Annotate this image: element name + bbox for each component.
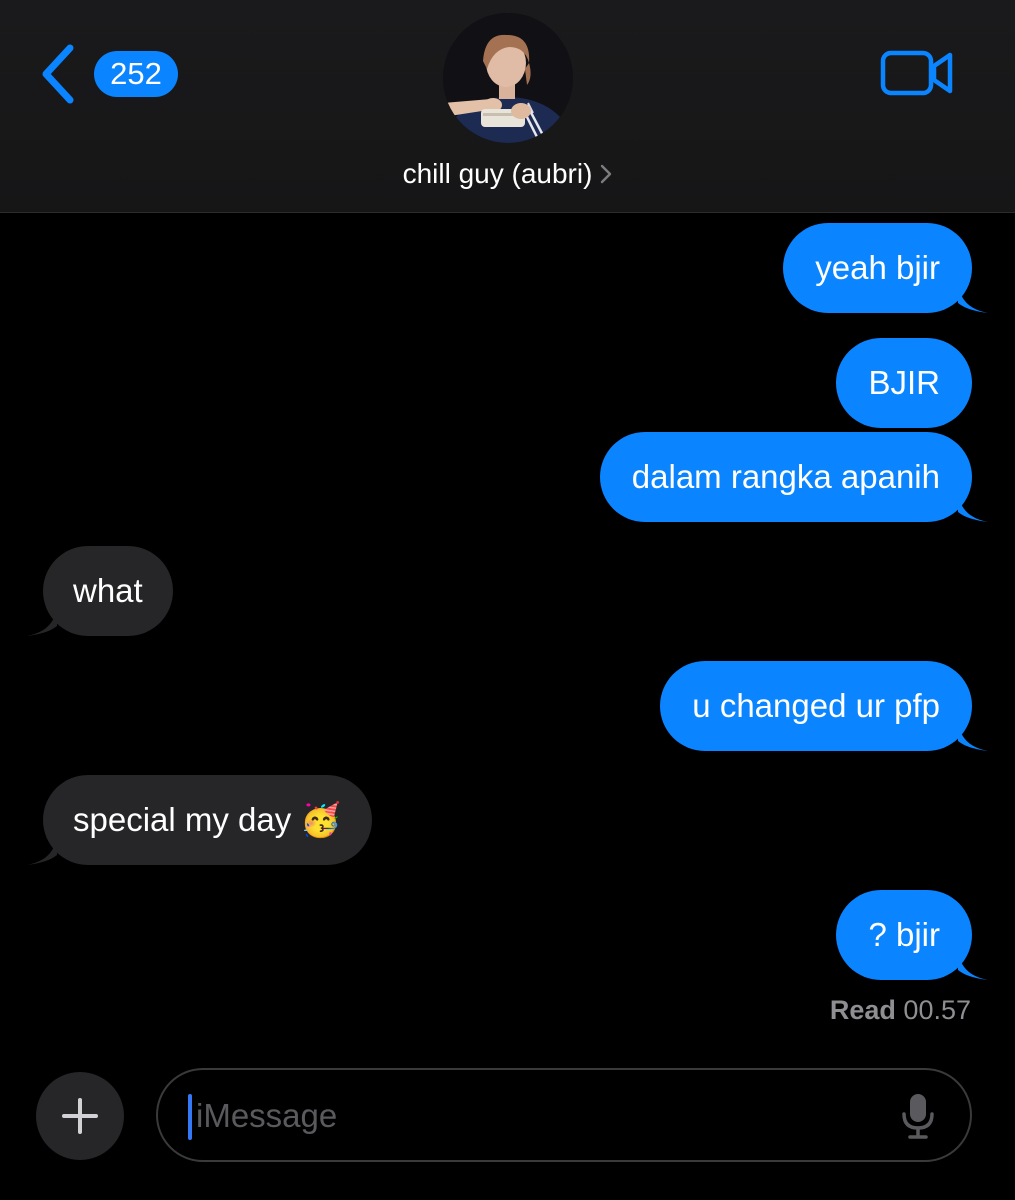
read-receipt-time: 00.57 bbox=[903, 995, 971, 1025]
unread-count-badge: 252 bbox=[94, 51, 178, 97]
input-placeholder: iMessage bbox=[196, 1097, 338, 1134]
conversation-header: 252 chill guy (aubri) bbox=[0, 0, 1015, 213]
back-button[interactable]: 252 bbox=[38, 42, 188, 106]
contact-name: chill guy (aubri) bbox=[402, 158, 593, 189]
message-text: ? bjir bbox=[868, 916, 940, 953]
message-bubble-outgoing[interactable]: ? bjir bbox=[836, 890, 988, 980]
message-bubble-outgoing[interactable]: yeah bjir bbox=[783, 223, 988, 313]
imessage-input[interactable]: iMessage bbox=[156, 1068, 972, 1162]
message-bubble-outgoing[interactable]: BJIR bbox=[836, 338, 972, 428]
message-bubble-outgoing[interactable]: u changed ur pfp bbox=[660, 661, 988, 751]
read-receipt: Read 00.57 bbox=[830, 992, 971, 1028]
contact-avatar[interactable] bbox=[443, 13, 573, 143]
message-bubble-outgoing[interactable]: dalam rangka apanih bbox=[599, 432, 988, 522]
video-camera-icon bbox=[880, 50, 953, 96]
chevron-left-icon bbox=[38, 42, 78, 106]
message-text: what bbox=[73, 572, 143, 609]
message-text: yeah bjir bbox=[815, 249, 940, 286]
messages-screen: 252 chill guy (aubri) yeah bjir BJIR dal… bbox=[0, 0, 1015, 1200]
video-call-button[interactable] bbox=[880, 48, 954, 98]
chevron-right-icon bbox=[600, 154, 612, 198]
apps-plus-button[interactable] bbox=[36, 1072, 124, 1160]
message-text: BJIR bbox=[868, 364, 940, 401]
contact-name-button[interactable]: chill guy (aubri) bbox=[0, 152, 1015, 198]
text-cursor bbox=[188, 1094, 192, 1140]
message-text: special my day 🥳 bbox=[73, 801, 342, 838]
read-receipt-label: Read bbox=[829, 995, 896, 1025]
message-text: dalam rangka apanih bbox=[631, 458, 940, 495]
microphone-icon bbox=[902, 1094, 934, 1139]
message-bubble-incoming[interactable]: what bbox=[27, 546, 173, 636]
message-bubble-incoming[interactable]: special my day 🥳 bbox=[27, 775, 372, 865]
dictation-button[interactable] bbox=[900, 1092, 936, 1140]
message-text: u changed ur pfp bbox=[692, 687, 940, 724]
plus-icon bbox=[62, 1098, 98, 1134]
